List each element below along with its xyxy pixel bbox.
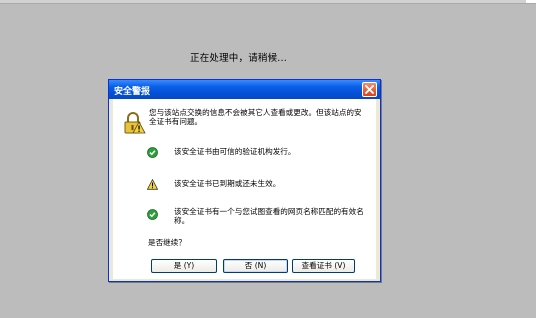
close-icon <box>365 85 374 94</box>
check-circle-icon <box>147 209 158 220</box>
warning-triangle-icon <box>147 179 158 190</box>
no-button[interactable]: 否 (N) <box>223 259 288 273</box>
cert-name-status: 该安全证书有一个与您试图查看的网页名称匹配的有效名称。 <box>174 207 364 225</box>
intro-message: 您与该站点交换的信息不会被其它人查看或更改。但该站点的安全证书有问题。 <box>149 108 362 126</box>
view-certificate-button[interactable]: 查看证书 (V) <box>292 259 355 273</box>
top-edge-mark <box>526 0 536 3</box>
yes-button[interactable]: 是 (Y) <box>151 259 217 273</box>
processing-status: 正在处理中，请稍候... <box>190 53 287 64</box>
top-window-edge <box>0 0 536 4</box>
continue-question: 是否继续？ <box>148 238 186 247</box>
cert-expiry-status: 该安全证书已到期或还未生效。 <box>174 179 281 188</box>
dialog-body: 您与该站点交换的信息不会被其它人查看或更改。但该站点的安全证书有问题。 该安全证… <box>113 99 376 279</box>
check-circle-icon <box>147 147 158 158</box>
dialog-titlebar[interactable]: 安全警报 <box>109 80 380 99</box>
lock-warning-icon <box>124 112 146 134</box>
close-button[interactable] <box>362 82 377 97</box>
dialog-title: 安全警报 <box>114 87 151 97</box>
cert-issuer-status: 该安全证书由可信的验证机构发行。 <box>174 147 296 156</box>
security-alert-dialog: 安全警报 您与该站点交换的信息不会被其它人查看或更改。但该站点的安全证书有问题。… <box>108 79 381 282</box>
